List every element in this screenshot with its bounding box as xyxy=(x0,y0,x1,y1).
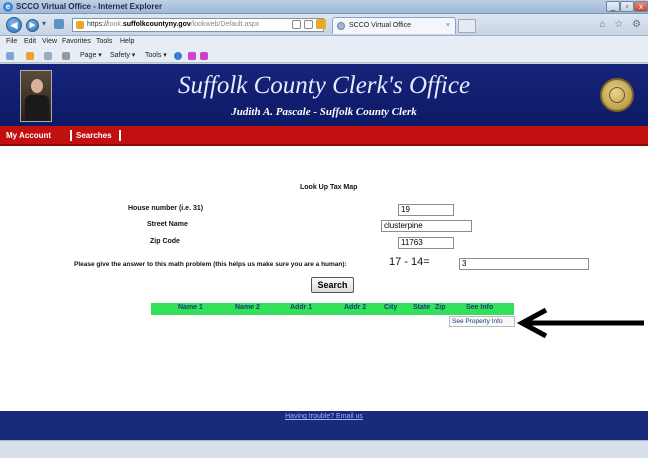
search-icon[interactable] xyxy=(292,20,301,29)
addon-icon-2[interactable] xyxy=(200,52,208,60)
col-city: City xyxy=(384,304,398,311)
col-name-2: Name 2 xyxy=(235,304,260,311)
window-titlebar: e SCCO Virtual Office - Internet Explore… xyxy=(0,0,648,14)
menu-tools[interactable]: Tools xyxy=(96,38,112,45)
zip-code-label: Zip Code xyxy=(150,238,180,245)
tools-menu[interactable]: Tools ▾ xyxy=(145,51,167,59)
house-number-input[interactable]: 19 xyxy=(398,204,454,216)
see-property-info-link[interactable]: See Property Info xyxy=(449,316,515,327)
menu-bar: File Edit View Favorites Tools Help xyxy=(0,36,648,49)
safety-menu[interactable]: Safety ▾ xyxy=(110,51,135,59)
print-icon[interactable] xyxy=(62,52,70,60)
nav-separator xyxy=(70,130,72,141)
minimize-button[interactable]: _ xyxy=(606,1,620,12)
tab-close-icon[interactable]: × xyxy=(446,18,450,34)
lock-icon[interactable] xyxy=(316,19,326,29)
ie-logo-icon: e xyxy=(3,2,13,12)
trouble-email-link[interactable]: Having trouble? Email us xyxy=(0,413,648,420)
col-see-info: See Info xyxy=(466,304,494,311)
nav-searches-link[interactable]: Searches xyxy=(76,131,112,140)
nav-my-account-link[interactable]: My Account xyxy=(6,131,51,140)
tab-label: SCCO Virtual Office xyxy=(349,22,411,29)
read-mail-icon[interactable] xyxy=(44,52,52,60)
math-problem-label: Please give the answer to this math prob… xyxy=(74,261,347,268)
nav-separator xyxy=(119,130,121,141)
nav-bar: My Account Searches xyxy=(0,126,648,146)
menu-favorites[interactable]: Favorites xyxy=(62,38,91,45)
results-grid-header: Name 1 Name 2 Addr 1 Addr 2 City State Z… xyxy=(151,303,514,315)
zip-code-input[interactable]: 11763 xyxy=(398,237,454,249)
page-bottom-band xyxy=(0,423,648,440)
favorites-bar-icon[interactable] xyxy=(54,19,64,29)
header-banner: Suffolk County Clerk's Office Judith A. … xyxy=(0,64,648,126)
addon-icon-1[interactable] xyxy=(188,52,196,60)
menu-view[interactable]: View xyxy=(42,38,57,45)
home-icon[interactable] xyxy=(6,52,14,60)
web-page: Suffolk County Clerk's Office Judith A. … xyxy=(0,64,648,440)
new-tab-button[interactable] xyxy=(458,19,476,33)
annotation-arrow-icon xyxy=(516,308,644,338)
status-bar xyxy=(0,440,648,458)
form-title: Look Up Tax Map xyxy=(300,184,358,191)
feeds-icon[interactable] xyxy=(26,52,34,60)
recent-pages-dropdown-icon[interactable]: ▾ xyxy=(42,19,46,28)
window-title: SCCO Virtual Office - Internet Explorer xyxy=(16,2,163,11)
math-problem: 17 - 14= xyxy=(389,256,430,268)
house-number-label: House number (i.e. 31) xyxy=(128,205,204,212)
url-path: /lookweb/Default.aspx xyxy=(190,21,260,28)
url-dropdown-icon[interactable] xyxy=(304,20,313,29)
page-footer: Having trouble? Email us xyxy=(0,411,648,423)
col-name-1: Name 1 xyxy=(178,304,203,311)
site-subtitle: Judith A. Pascale - Suffolk County Clerk xyxy=(231,106,417,118)
main-content: Look Up Tax Map House number (i.e. 31) 1… xyxy=(0,148,648,440)
command-bar: Page ▾ Safety ▾ Tools ▾ xyxy=(0,49,648,63)
col-state: State xyxy=(413,304,431,311)
tab-favicon-icon xyxy=(337,22,345,30)
help-icon[interactable] xyxy=(174,52,182,60)
address-bar-area: ◀ ▶ ▾ https://look.suffolkcountyny.gov/l… xyxy=(0,14,648,36)
home-favorites-settings-icons[interactable]: ⌂ ☆ ⚙ xyxy=(599,19,644,30)
col-zip: Zip xyxy=(435,304,446,311)
url-prefix: https:// xyxy=(87,21,109,28)
menu-help[interactable]: Help xyxy=(120,38,134,45)
url-field[interactable]: https://look.suffolkcountyny.gov/lookweb… xyxy=(72,18,324,32)
forward-arrow-icon[interactable]: ▶ xyxy=(26,19,39,32)
url-subdomain: look. xyxy=(108,21,123,28)
menu-edit[interactable]: Edit xyxy=(24,38,36,45)
search-button[interactable]: Search xyxy=(311,277,354,293)
close-button[interactable]: x xyxy=(634,1,648,12)
back-arrow-icon[interactable]: ◀ xyxy=(6,17,22,33)
col-addr-1: Addr 1 xyxy=(290,304,313,311)
site-title: Suffolk County Clerk's Office xyxy=(177,72,471,99)
street-name-label: Street Name xyxy=(147,221,188,228)
ie-page-icon xyxy=(76,21,84,29)
col-addr-2: Addr 2 xyxy=(344,304,367,311)
street-name-input[interactable]: clusterpine xyxy=(381,220,472,232)
page-menu[interactable]: Page ▾ xyxy=(80,51,102,59)
tab-scco-virtual-office[interactable]: SCCO Virtual Office × xyxy=(332,17,456,34)
county-seal-icon xyxy=(600,78,634,112)
url-domain: suffolkcountyny.gov xyxy=(122,21,191,28)
math-answer-input[interactable]: 3 xyxy=(459,258,589,270)
menu-file[interactable]: File xyxy=(6,38,17,45)
maximize-button[interactable]: ▫ xyxy=(620,1,634,12)
